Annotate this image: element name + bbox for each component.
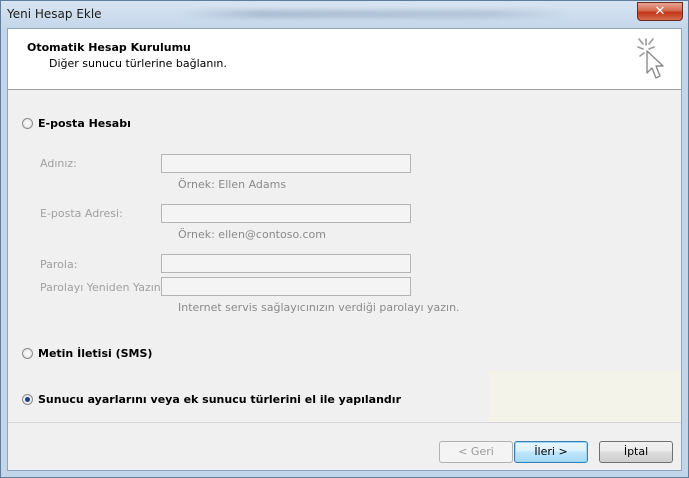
password-confirm-input[interactable]	[161, 277, 411, 296]
option-email-account[interactable]: E-posta Hesabı	[22, 117, 131, 130]
side-panel	[489, 371, 681, 422]
option-sms[interactable]: Metin İletisi (SMS)	[22, 347, 152, 360]
page-title: Otomatik Hesap Kurulumu	[27, 41, 191, 54]
name-hint: Örnek: Ellen Adams	[178, 178, 287, 191]
cancel-button[interactable]: İptal	[599, 441, 673, 463]
password-confirm-label: Parolayı Yeniden Yazın:	[40, 281, 165, 294]
back-button[interactable]: < Geri	[439, 441, 513, 463]
page-subtitle: Diğer sunucu türlerine bağlanın.	[49, 57, 227, 70]
option-manual-setup[interactable]: Sunucu ayarlarını veya ek sunucu türleri…	[22, 393, 401, 406]
name-label: Adınız:	[40, 157, 77, 170]
name-input[interactable]	[161, 154, 411, 173]
manual-setup-radio[interactable]	[22, 394, 33, 405]
dialog-client-area: Otomatik Hesap Kurulumu Diğer sunucu tür…	[7, 28, 682, 471]
email-input[interactable]	[161, 204, 411, 223]
password-label: Parola:	[40, 258, 78, 271]
close-icon: ✕	[654, 4, 666, 19]
sms-radio[interactable]	[22, 348, 33, 359]
wizard-content: E-posta Hesabı Adınız: Örnek: Ellen Adam…	[8, 90, 681, 422]
password-hint: Internet servis sağlayıcınızın verdiği p…	[178, 301, 460, 314]
wizard-cursor-icon	[637, 38, 664, 79]
wizard-header: Otomatik Hesap Kurulumu Diğer sunucu tür…	[8, 29, 681, 90]
email-label: E-posta Adresi:	[40, 207, 123, 220]
footer-divider	[8, 422, 681, 423]
email-account-radio[interactable]	[22, 118, 33, 129]
next-button[interactable]: İleri >	[514, 441, 588, 463]
password-input[interactable]	[161, 254, 411, 273]
sms-label: Metin İletisi (SMS)	[38, 347, 153, 360]
blurred-title-region	[181, 10, 571, 18]
manual-setup-label: Sunucu ayarlarını veya ek sunucu türleri…	[38, 393, 401, 406]
email-account-label: E-posta Hesabı	[38, 117, 131, 130]
title-bar[interactable]: Yeni Hesap Ekle ✕	[1, 1, 688, 27]
window-title: Yeni Hesap Ekle	[7, 7, 102, 21]
close-button[interactable]: ✕	[637, 2, 683, 21]
dialog-window: Yeni Hesap Ekle ✕ Otomatik Hesap Kurulum…	[0, 0, 689, 478]
email-hint: Örnek: ellen@contoso.com	[178, 228, 326, 241]
